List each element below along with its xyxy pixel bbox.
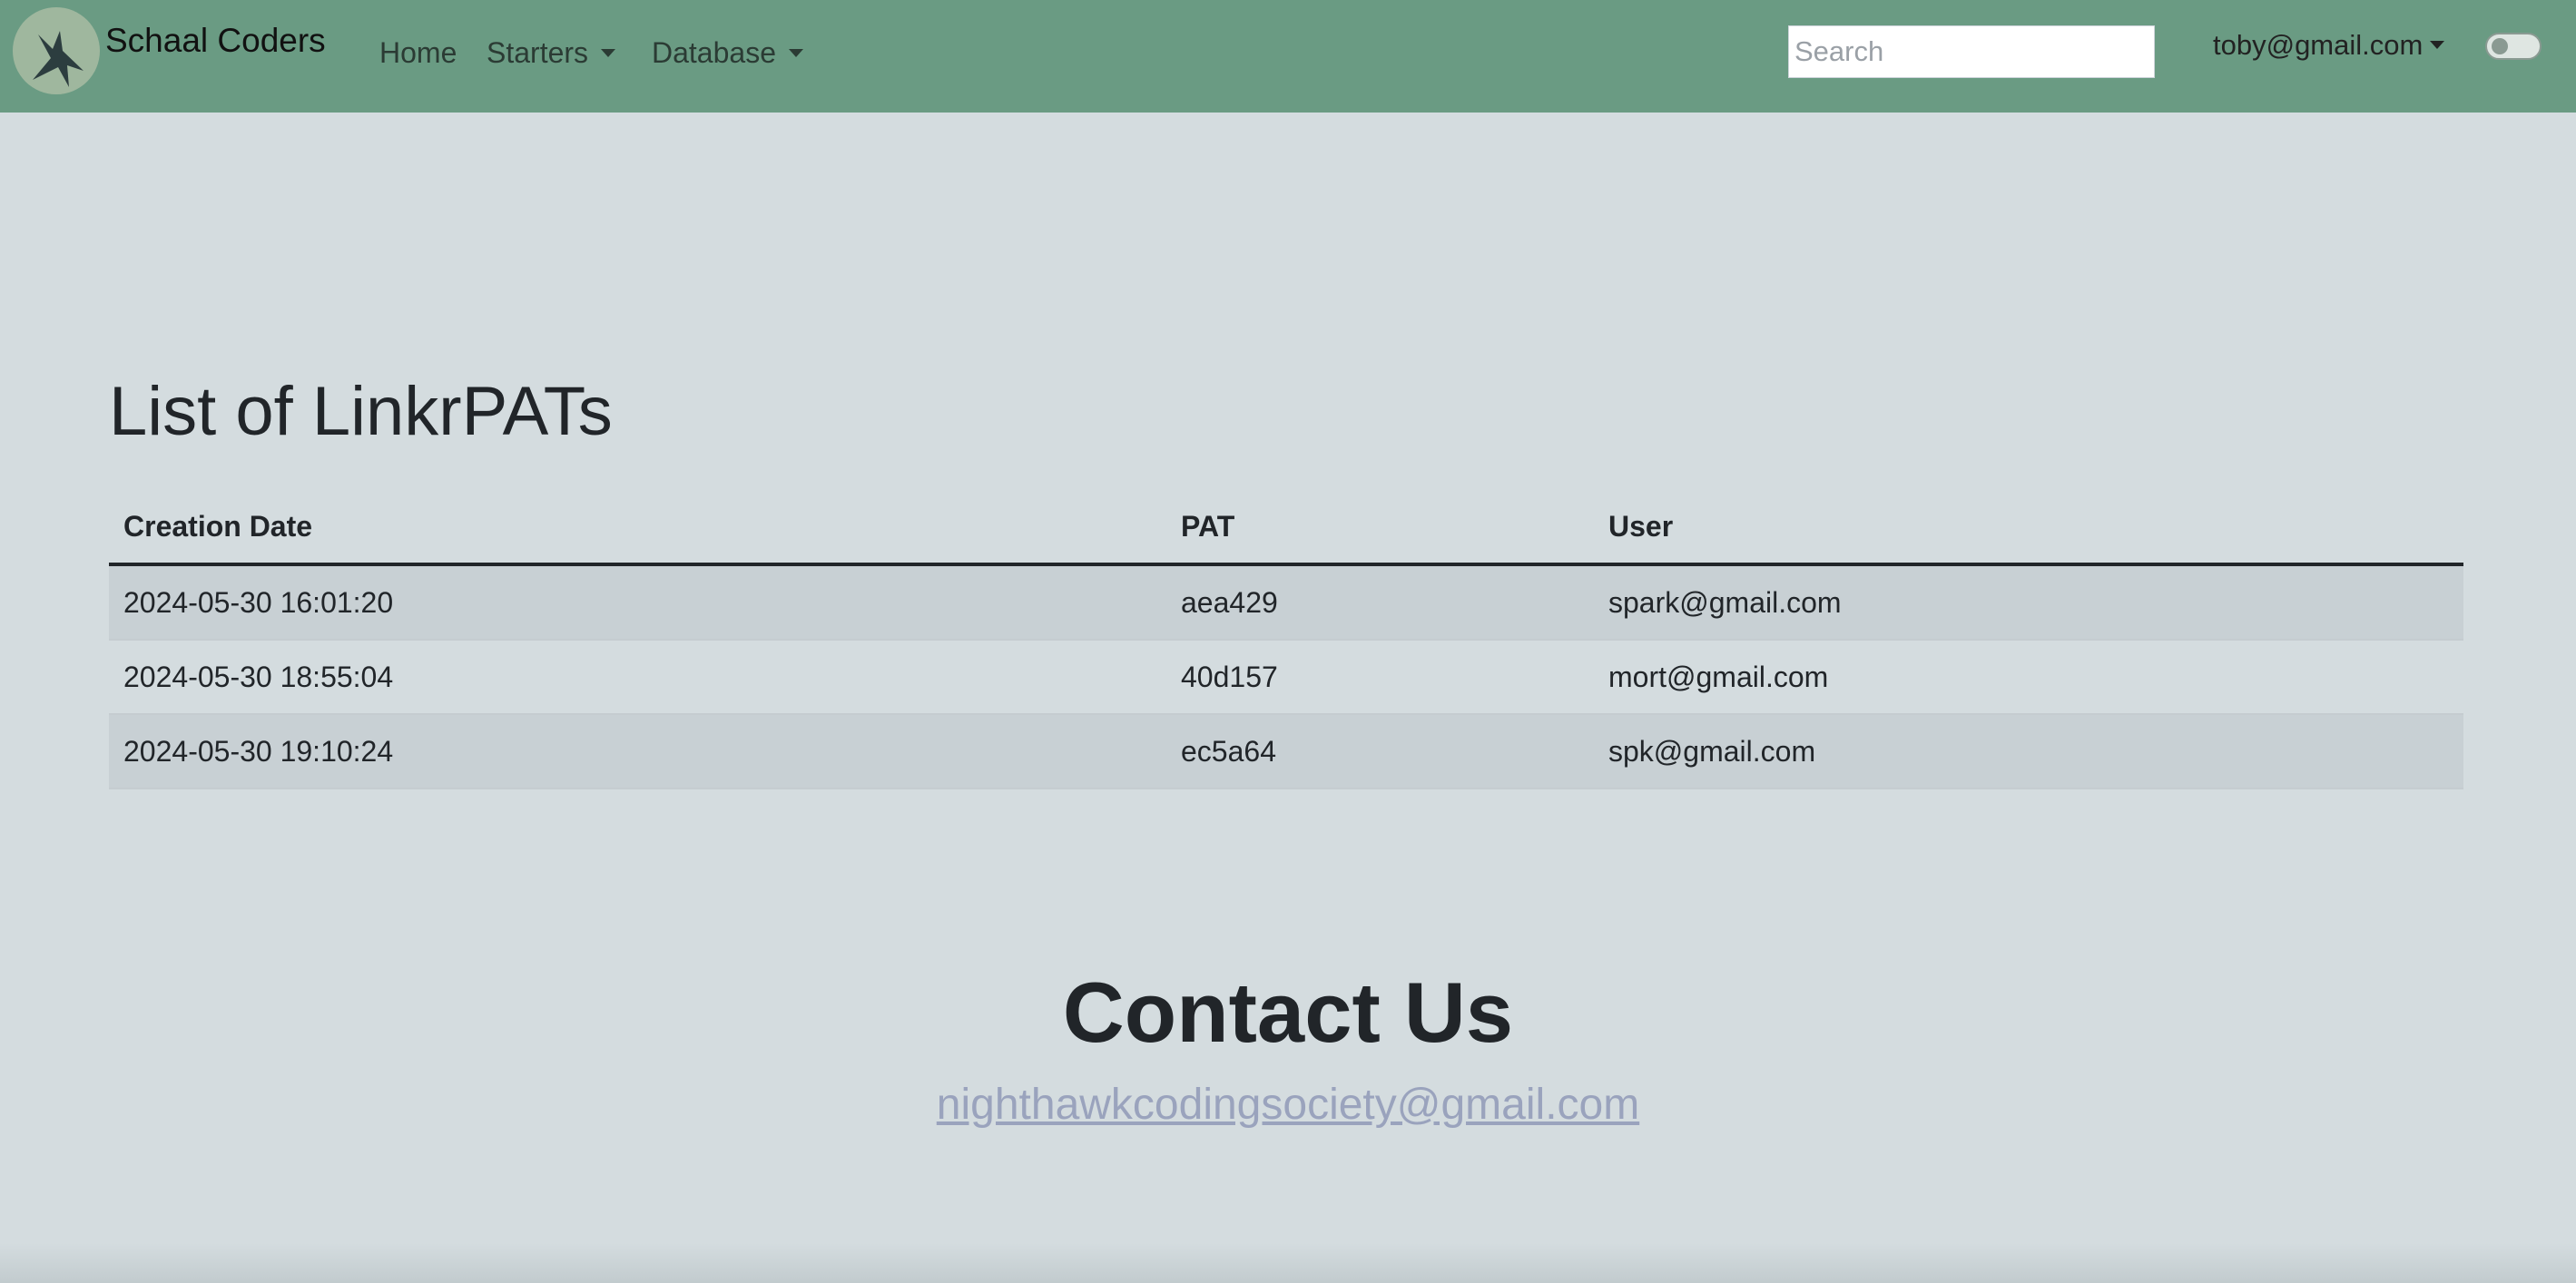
pat-cell: ec5a64 <box>1166 714 1594 789</box>
user-cell: spark@gmail.com <box>1594 564 2463 641</box>
contact-heading: Contact Us <box>1062 965 1514 1060</box>
column-header-pat: PAT <box>1166 490 1594 566</box>
caret-down-icon <box>601 49 616 57</box>
linkrpats-table: Creation Date PAT User 2024-05-30 16:01:… <box>109 490 2463 789</box>
user-menu-dropdown[interactable]: toby@gmail.com <box>2213 29 2445 62</box>
table-row: 2024-05-30 19:10:24 ec5a64 spk@gmail.com <box>109 714 2463 789</box>
nav-starters-dropdown[interactable]: Starters <box>487 36 616 70</box>
caret-down-icon <box>788 49 803 57</box>
nav-database-label: Database <box>652 36 776 69</box>
user-email: toby@gmail.com <box>2213 29 2424 61</box>
hawk-icon[interactable] <box>13 7 100 94</box>
column-header-creation-date: Creation Date <box>109 490 1166 566</box>
theme-toggle-switch[interactable] <box>2485 33 2542 60</box>
creation-date-cell: 2024-05-30 16:01:20 <box>109 564 1166 641</box>
nav-home-label: Home <box>379 36 457 69</box>
search-input[interactable] <box>1788 25 2155 78</box>
nav-home-link[interactable]: Home <box>379 36 457 70</box>
nav-starters-label: Starters <box>487 36 589 69</box>
table-row: 2024-05-30 18:55:04 40d157 mort@gmail.co… <box>109 640 2463 715</box>
contact-email-link[interactable]: nighthawkcodingsociety@gmail.com <box>937 1081 1639 1129</box>
toggle-knob <box>2492 38 2508 54</box>
table-header-row: Creation Date PAT User <box>109 490 2463 566</box>
caret-down-icon <box>2430 41 2445 49</box>
user-cell: mort@gmail.com <box>1594 640 2463 715</box>
footer-shadow <box>0 1243 2576 1283</box>
pat-cell: 40d157 <box>1166 640 1594 715</box>
creation-date-cell: 2024-05-30 19:10:24 <box>109 714 1166 789</box>
table-row: 2024-05-30 16:01:20 aea429 spark@gmail.c… <box>109 564 2463 641</box>
nav-database-dropdown[interactable]: Database <box>652 36 803 70</box>
contact-email-container: nighthawkcodingsociety@gmail.com <box>0 1080 2576 1130</box>
creation-date-cell: 2024-05-30 18:55:04 <box>109 640 1166 715</box>
brand-name[interactable]: Schaal Coders <box>105 22 326 60</box>
pat-cell: aea429 <box>1166 564 1594 641</box>
user-cell: spk@gmail.com <box>1594 714 2463 789</box>
top-navbar: Schaal Coders Home Starters Database tob… <box>0 0 2576 113</box>
page-title: List of LinkrPATs <box>109 373 613 450</box>
column-header-user: User <box>1594 490 2463 566</box>
